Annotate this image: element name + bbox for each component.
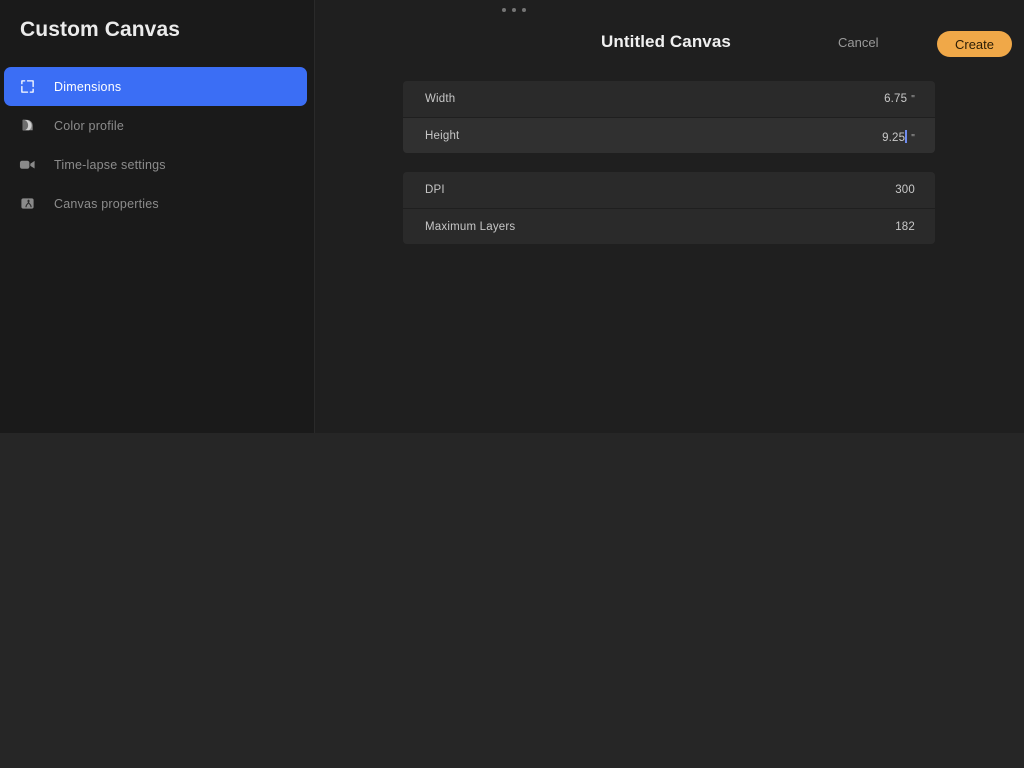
canvas-pen-icon: [14, 196, 40, 211]
video-camera-icon: [14, 157, 40, 172]
dialog-main-pane: Untitled Canvas Cancel Create Width 6.75…: [316, 0, 1024, 433]
field-row-width[interactable]: Width 6.75 ": [403, 81, 935, 117]
sidebar-nav-list: Dimensions Color profile Time-lapse sett…: [0, 67, 315, 223]
create-button[interactable]: Create: [937, 31, 1012, 57]
field-unit-symbol: ": [911, 94, 915, 105]
dimension-field-group: Width 6.75 " Height 9.25 ": [403, 81, 935, 153]
crop-resize-icon: [14, 79, 40, 94]
sidebar-item-color-profile[interactable]: Color profile: [4, 106, 307, 145]
canvas-info-field-group: DPI 300 Maximum Layers 182: [403, 172, 935, 244]
field-label: Width: [425, 93, 456, 105]
custom-canvas-dialog-screen: Custom Canvas Dimensions Color profile T…: [0, 0, 1024, 768]
field-row-maximum-layers: Maximum Layers 182: [403, 208, 935, 244]
sidebar-item-time-lapse-settings[interactable]: Time-lapse settings: [4, 145, 307, 184]
canvas-name-title[interactable]: Untitled Canvas: [601, 32, 731, 52]
field-label: Maximum Layers: [425, 220, 516, 233]
field-value-text: 6.75: [884, 93, 908, 105]
cancel-button[interactable]: Cancel: [838, 35, 878, 50]
new-canvas-dialog: Custom Canvas Dimensions Color profile T…: [0, 0, 1024, 433]
sidebar-item-canvas-properties[interactable]: Canvas properties: [4, 184, 307, 223]
sidebar-item-label: Dimensions: [54, 79, 122, 94]
field-value-text: 182: [895, 220, 915, 233]
field-row-height[interactable]: Height 9.25 ": [403, 117, 935, 153]
field-value-height[interactable]: 9.25 ": [882, 128, 915, 144]
field-unit-symbol: ": [911, 132, 915, 144]
sidebar-item-label: Time-lapse settings: [54, 157, 166, 172]
field-row-dpi[interactable]: DPI 300: [403, 172, 935, 208]
field-label: Height: [425, 129, 460, 142]
sidebar-item-dimensions[interactable]: Dimensions: [4, 67, 307, 106]
field-value-dpi[interactable]: 300: [895, 184, 915, 196]
field-value-text: 300: [895, 184, 915, 196]
field-value-width[interactable]: 6.75 ": [884, 93, 915, 105]
field-value-text: 9.25: [882, 131, 906, 144]
field-label: DPI: [425, 184, 445, 196]
numeric-keyboard: Millimeters Centimeters Inches Pixels 7 …: [0, 433, 1024, 768]
dialog-sidebar: Custom Canvas Dimensions Color profile T…: [0, 0, 315, 433]
text-cursor-icon: [905, 129, 908, 143]
sidebar-item-label: Color profile: [54, 118, 124, 133]
drag-handle-dots-icon[interactable]: [502, 4, 526, 16]
sidebar-item-label: Canvas properties: [54, 196, 159, 211]
color-wheel-icon: [14, 118, 40, 133]
field-value-maximum-layers: 182: [895, 221, 915, 233]
page-title: Custom Canvas: [20, 18, 181, 41]
